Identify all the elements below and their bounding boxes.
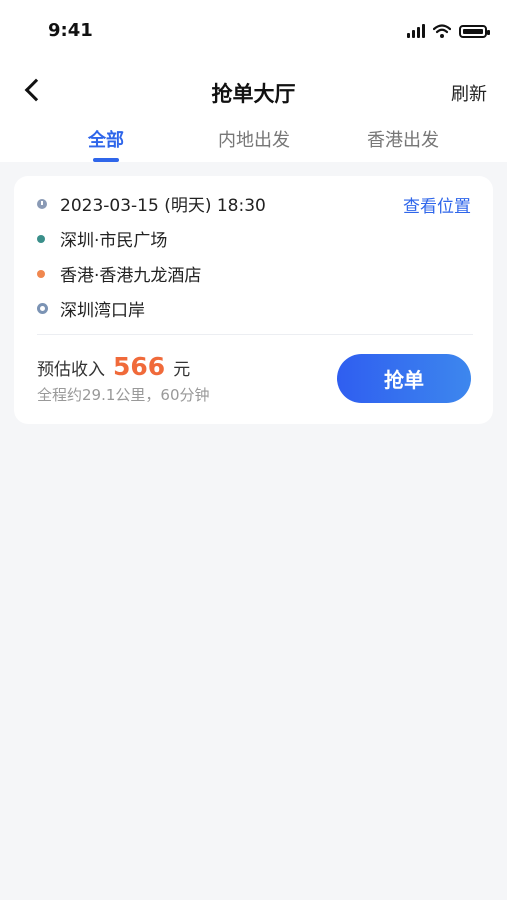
order-card[interactable]: 2023-03-15 (明天) 18:30 查看位置 深圳·市民广场 香港·香港… [14,176,493,424]
status-icons [407,24,490,38]
nav-bar: 抢单大厅 刷新 [0,64,507,116]
refresh-button[interactable]: 刷新 [451,80,487,106]
income-amount: 566 [113,352,166,381]
grab-order-button[interactable]: 抢单 [337,354,471,403]
tab-bar: 全部 内地出发 香港出发 [0,118,507,162]
estimated-income: 预估收入 566 元 [37,352,190,381]
stop-row-via: 香港·香港九龙酒店 [37,261,201,286]
tab-mainland-departure[interactable]: 内地出发 [194,126,314,152]
destination-row: 深圳湾口岸 [37,296,145,321]
cellular-signal-icon [407,24,425,38]
income-unit: 元 [173,360,191,380]
tab-hongkong-departure[interactable]: 香港出发 [343,126,463,152]
stop-row-pickup: 深圳·市民广场 [37,226,167,251]
income-label: 预估收入 [37,360,105,380]
order-datetime: 2023-03-15 (明天) 18:30 [60,196,266,216]
header-area: 9:41 抢单大厅 刷新 全部 内地出发 香港出发 [0,0,507,162]
active-tab-indicator [93,158,119,162]
location-pin-icon [37,303,48,314]
page-title: 抢单大厅 [211,82,296,106]
via-location: 香港·香港九龙酒店 [60,266,202,286]
destination-location: 深圳湾口岸 [60,301,145,321]
status-bar: 9:41 [0,0,507,64]
status-time: 9:41 [48,20,93,41]
pickup-dot-icon [37,234,45,243]
card-divider [37,334,473,335]
order-datetime-row: 2023-03-15 (明天) 18:30 [37,191,266,216]
pickup-location: 深圳·市民广场 [60,231,168,251]
trip-summary: 全程约29.1公里，60分钟 [37,386,210,404]
wifi-icon [433,24,451,38]
battery-icon [459,25,490,38]
clock-icon [37,198,47,209]
via-dot-icon [37,269,45,278]
view-location-link[interactable]: 查看位置 [403,192,471,217]
tab-all[interactable]: 全部 [46,126,166,152]
